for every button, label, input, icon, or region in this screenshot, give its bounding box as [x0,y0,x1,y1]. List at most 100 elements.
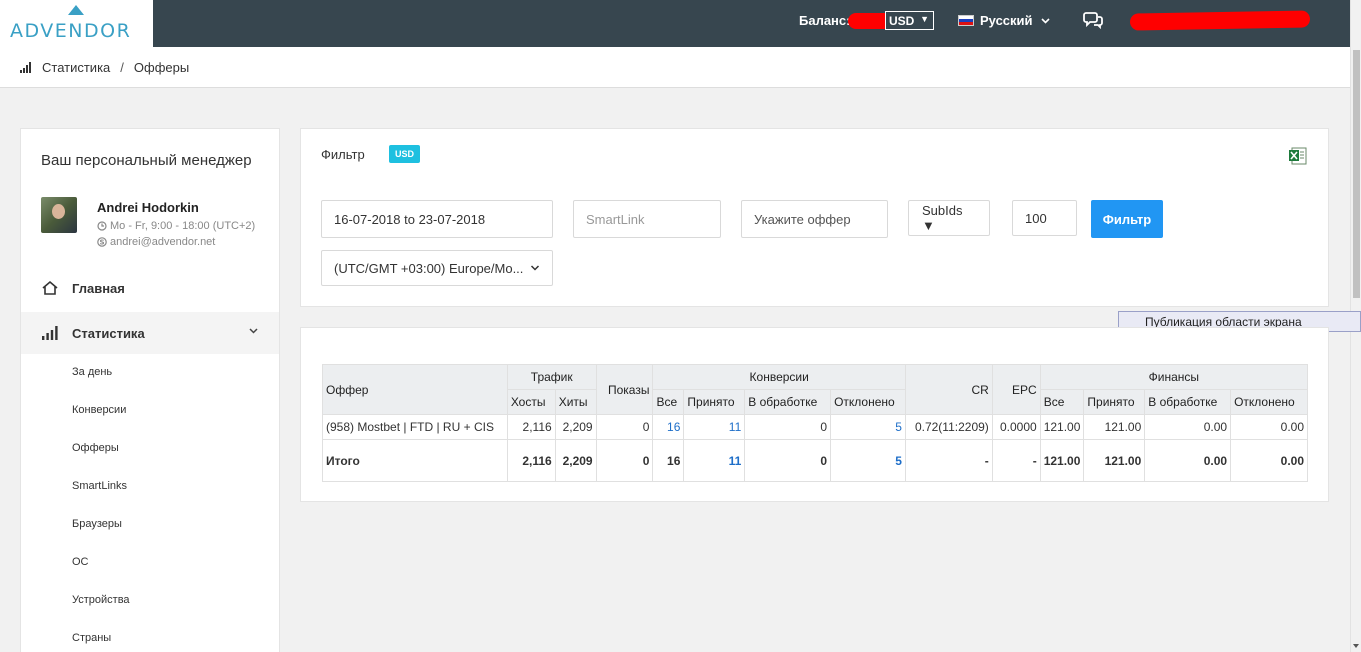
col-header-epc[interactable]: EPC [991,364,1041,415]
manager-hours-text: Mo - Fr, 9:00 - 18:00 (UTC+2) [110,220,256,232]
cell-total-impressions: 0 [595,439,654,482]
table-row: (958) Mostbet | FTD | RU + CIS 2,116 2,2… [322,414,1308,440]
cell-total-hits: 2,209 [554,439,597,482]
cell-cr: 0.72(11:2209) [904,414,993,440]
timezone-value: (UTC/GMT +03:00) Europe/Mo... [334,260,524,276]
language-selector[interactable]: Русский [958,13,1050,28]
col-header-conv-accepted[interactable]: Принято [683,389,746,415]
cell-total-conv-all: 16 [652,439,685,482]
manager-email-text[interactable]: andrei@advendor.net [110,236,215,248]
offer-placeholder: Укажите оффер [754,211,851,227]
smartlink-field[interactable]: SmartLink [573,200,721,238]
breadcrumb-item-statistics[interactable]: Статистика [42,60,110,75]
manager-hours: Mo - Fr, 9:00 - 18:00 (UTC+2) [97,220,255,232]
home-icon [41,279,59,297]
cell-fin-all: 121.00 [1039,414,1085,440]
chat-icon[interactable] [1083,11,1103,32]
manager-email: S andrei@advendor.net [97,236,215,248]
cell-fin-accepted: 121.00 [1083,414,1146,440]
logo[interactable]: ADVENDOR [0,0,153,47]
bar-chart-icon [20,62,31,73]
offer-field[interactable]: Укажите оффер [741,200,888,238]
cell-hosts: 2,116 [506,414,556,440]
cell-conv-rejected-link[interactable]: 5 [830,414,906,440]
sidebar-subitem-smartlinks[interactable]: SmartLinks [72,480,127,492]
sidebar-item-label: Статистика [72,325,145,341]
sidebar-item-label: Главная [72,280,125,296]
cell-total-fin-rejected: 0.00 [1230,439,1308,482]
col-header-hosts[interactable]: Хосты [506,389,556,415]
sidebar-item-statistics[interactable]: Статистика [21,312,279,354]
skype-icon: S [97,237,107,247]
breadcrumb-bar: Статистика / Офферы [0,47,1350,88]
filter-title: Фильтр [321,147,365,162]
cell-conv-all-link[interactable]: 16 [652,414,685,440]
bar-chart-icon [41,324,59,342]
clock-icon [97,221,107,231]
sidebar: Ваш персональный менеджер Andrei Hodorki… [20,128,280,652]
manager-name: Andrei Hodorkin [97,200,199,215]
col-header-conv-all[interactable]: Все [652,389,685,415]
col-header-offer[interactable]: Оффер [322,364,508,415]
manager-title: Ваш персональный менеджер [41,152,252,169]
col-header-traffic: Трафик [506,364,597,390]
col-header-conv-rejected[interactable]: Отклонено [830,389,906,415]
russia-flag-icon [958,15,974,26]
breadcrumb: Статистика / Офферы [20,60,189,75]
cell-total-conv-accepted-link[interactable]: 11 [683,439,746,482]
subids-label: SubIds ▼ [922,203,963,233]
stats-table: Оффер Трафик Показы Конверсии CR EPC Фин… [322,364,1309,482]
chevron-down-icon [249,328,258,334]
col-header-fin-all[interactable]: Все [1039,389,1085,415]
subids-dropdown[interactable]: SubIds ▼ [908,200,990,236]
sidebar-item-home[interactable]: Главная [21,267,279,309]
cell-total-fin-accepted: 121.00 [1083,439,1146,482]
col-header-hits[interactable]: Хиты [554,389,597,415]
cell-conv-pending: 0 [744,414,832,440]
sidebar-subitem-countries[interactable]: Страны [72,632,111,644]
col-header-fin-pending[interactable]: В обработке [1144,389,1232,415]
filter-submit-label: Фильтр [1102,211,1152,227]
currency-value: USD [889,14,915,28]
scrollbar-thumb[interactable] [1353,50,1360,298]
date-range-value: 16-07-2018 to 23-07-2018 [334,211,486,227]
currency-badge: USD [389,145,421,163]
sidebar-subitem-conversions[interactable]: Конверсии [72,404,126,416]
smartlink-placeholder: SmartLink [586,211,645,227]
filter-submit-button[interactable]: Фильтр [1091,200,1163,238]
sidebar-subitem-devices[interactable]: Устройства [72,594,130,606]
cell-total-conv-pending: 0 [744,439,832,482]
timezone-select[interactable]: (UTC/GMT +03:00) Europe/Mo... [321,250,553,286]
cell-total-fin-pending: 0.00 [1144,439,1232,482]
excel-export-icon[interactable] [1288,146,1308,169]
table-total-row: Итого 2,116 2,209 0 16 11 0 5 - - 121.00… [322,439,1308,482]
col-header-fin-accepted[interactable]: Принято [1083,389,1146,415]
cell-conv-accepted-link[interactable]: 11 [683,414,746,440]
col-header-impressions[interactable]: Показы [595,364,654,415]
redacted-user-menu[interactable] [1129,10,1311,31]
cell-fin-rejected: 0.00 [1230,414,1308,440]
sidebar-subitem-by-day[interactable]: За день [72,366,112,378]
language-label: Русский [980,13,1033,28]
chevron-down-icon [1040,17,1050,24]
svg-text:S: S [99,239,104,247]
cell-total-hosts: 2,116 [506,439,556,482]
date-range-field[interactable]: 16-07-2018 to 23-07-2018 [321,200,553,238]
limit-field[interactable]: 100 [1012,200,1077,236]
sidebar-subitem-browsers[interactable]: Браузеры [72,518,122,530]
scroll-down-arrow-icon[interactable] [1353,644,1359,648]
col-header-cr[interactable]: CR [904,364,993,415]
sidebar-subitem-offers[interactable]: Офферы [72,442,119,454]
sidebar-subitem-os[interactable]: ОС [72,556,89,568]
cell-total-label: Итого [322,439,508,482]
logo-mark-icon [68,5,84,15]
breadcrumb-item-offers: Офферы [133,60,190,75]
cell-total-conv-rejected-link[interactable]: 5 [830,439,906,482]
col-header-fin-rejected[interactable]: Отклонено [1230,389,1308,415]
cell-total-cr: - [904,439,993,482]
cell-fin-pending: 0.00 [1144,414,1232,440]
currency-select[interactable]: USD ▼ [885,11,934,30]
col-header-conversions: Конверсии [652,364,906,390]
dropdown-arrow-icon: ▼ [920,14,929,24]
col-header-conv-pending[interactable]: В обработке [744,389,832,415]
